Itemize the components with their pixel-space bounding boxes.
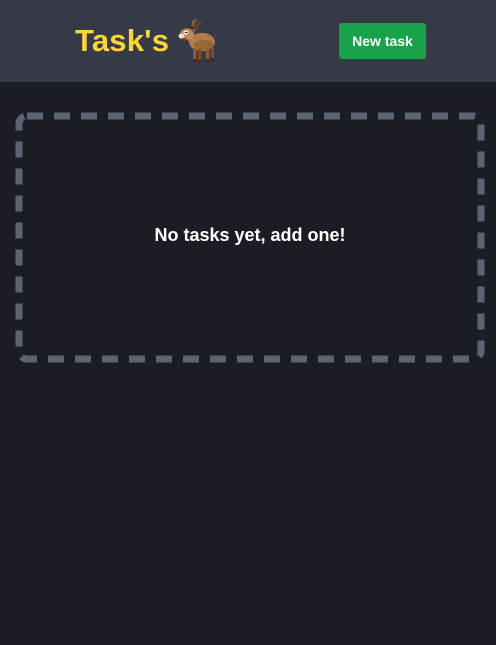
empty-message: No tasks yet, add one! [154, 225, 346, 245]
goat-icon [178, 19, 218, 63]
task-list-empty-state: No tasks yet, add one! [15, 112, 485, 363]
app-title: Task's [75, 23, 170, 58]
app-header: Task's New task [0, 0, 496, 82]
brand: Task's [75, 16, 218, 66]
new-task-button[interactable]: New task [339, 23, 426, 59]
